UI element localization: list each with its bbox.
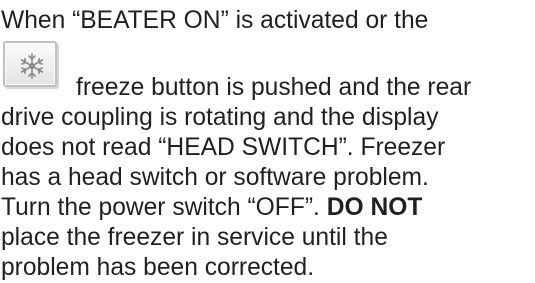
paragraph-text: Turn the power switch “OFF”. — [1, 194, 327, 221]
paragraph-line: freeze button is pushed and the rear — [76, 74, 472, 101]
snowflake-icon — [20, 53, 44, 79]
paragraph-line: does not read “HEAD SWITCH”. Freezer — [1, 134, 446, 161]
paragraph-line: problem has been corrected. — [1, 254, 315, 281]
paragraph-line: Turn the power switch “OFF”. DO NOT — [1, 193, 422, 223]
paragraph-line: drive coupling is rotating and the displ… — [1, 104, 439, 131]
paragraph-line: place the freezer in service until the — [1, 224, 388, 251]
paragraph-line: When “BEATER ON” is activated or the — [1, 7, 429, 34]
paragraph-line: has a head switch or software problem. — [1, 164, 429, 191]
do-not-warning: DO NOT — [326, 194, 423, 221]
freeze-button-image — [3, 41, 57, 87]
